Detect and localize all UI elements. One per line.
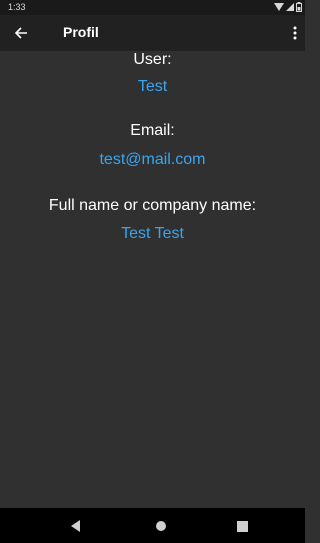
status-bar: 1:33 bbox=[0, 0, 305, 15]
profile-content: User: Test Email: test@mail.com Full nam… bbox=[0, 51, 305, 508]
overflow-menu-button[interactable] bbox=[287, 18, 303, 48]
more-vert-icon bbox=[293, 26, 297, 40]
arrow-back-icon bbox=[14, 27, 27, 39]
battery-icon bbox=[296, 2, 302, 12]
app-bar: Profil bbox=[0, 15, 305, 51]
back-button[interactable] bbox=[6, 18, 36, 48]
nav-home-button[interactable] bbox=[148, 513, 174, 539]
nav-recents-button[interactable] bbox=[229, 513, 255, 539]
page-title: Profil bbox=[63, 24, 99, 40]
signal-icon bbox=[286, 3, 294, 11]
name-value: Test Test bbox=[121, 225, 184, 242]
wifi-icon bbox=[274, 3, 284, 11]
status-time: 1:33 bbox=[8, 2, 26, 12]
back-triangle-icon bbox=[71, 520, 80, 532]
user-label: User: bbox=[133, 51, 172, 68]
recents-square-icon bbox=[236, 520, 248, 532]
name-label: Full name or company name: bbox=[48, 197, 257, 214]
nav-back-button[interactable] bbox=[63, 513, 89, 539]
email-value: test@mail.com bbox=[99, 151, 206, 168]
status-icons bbox=[274, 2, 302, 12]
system-nav-bar bbox=[0, 508, 305, 543]
home-circle-icon bbox=[156, 521, 166, 531]
user-value: Test bbox=[137, 78, 168, 95]
email-label: Email: bbox=[130, 122, 175, 139]
